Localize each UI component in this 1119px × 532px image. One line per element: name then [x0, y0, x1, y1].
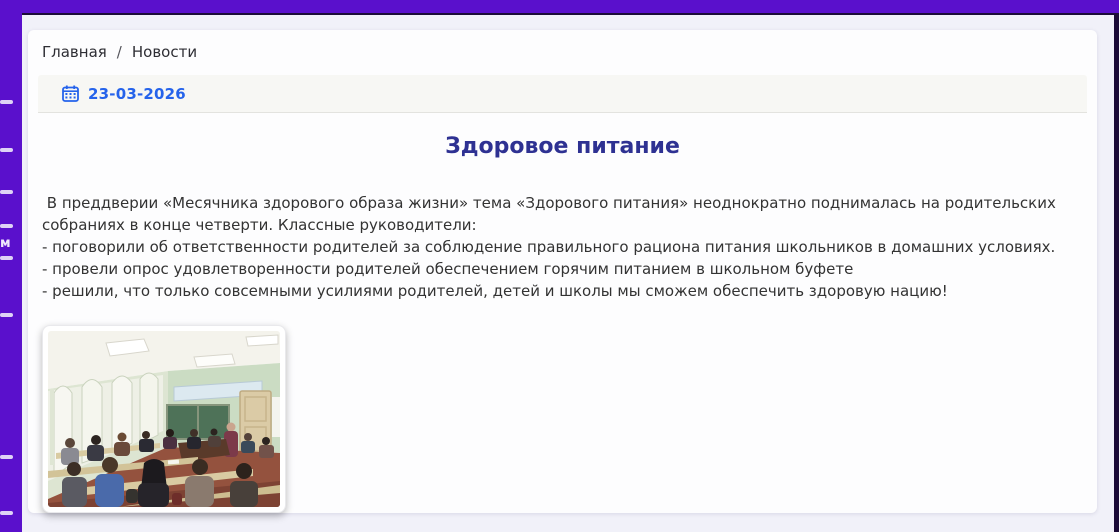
classroom-photo-illustration [48, 331, 280, 507]
news-title: Здоровое питание [445, 134, 680, 159]
sidebar-bullet-mark [0, 148, 13, 152]
top-purple-bar [0, 0, 1119, 15]
calendar-icon [62, 85, 79, 102]
sidebar-bullet-mark [0, 100, 13, 104]
sidebar-bullet-mark [0, 256, 13, 260]
breadcrumb: Главная / Новости [28, 30, 1097, 71]
right-frame-border [1114, 0, 1119, 532]
sidebar-bullet-mark [0, 190, 13, 194]
news-date-bar: 23-03-2026 [38, 75, 1087, 113]
news-body-line: - поговорили об ответственности родителе… [42, 238, 1056, 256]
news-body: В преддверии «Месячника здорового образа… [42, 192, 1083, 302]
sidebar-bullet-mark [0, 313, 13, 317]
news-date: 23-03-2026 [88, 84, 186, 103]
news-photo[interactable] [42, 325, 286, 513]
sidebar-bullet-mark [0, 455, 13, 459]
left-sidebar-edge: м [0, 0, 22, 532]
sidebar-bullet-mark [0, 224, 13, 228]
news-body-line: В преддверии «Месячника здорового образа… [42, 194, 1056, 212]
news-body-line: собраниях в конце четверти. Классные рук… [42, 216, 477, 234]
news-body-line: - решили, что только совсемными усилиями… [42, 282, 948, 300]
breadcrumb-news-link[interactable]: Новости [132, 43, 197, 61]
sidebar-partial-text: м [0, 236, 11, 251]
breadcrumb-home-link[interactable]: Главная [42, 43, 107, 61]
news-article-card: Главная / Новости 23-03-2026 Здоровое пита… [28, 30, 1097, 513]
breadcrumb-separator: / [116, 43, 122, 61]
news-body-line: - провели опрос удовлетворенности родите… [42, 260, 854, 278]
sidebar-bullet-mark [0, 511, 13, 515]
